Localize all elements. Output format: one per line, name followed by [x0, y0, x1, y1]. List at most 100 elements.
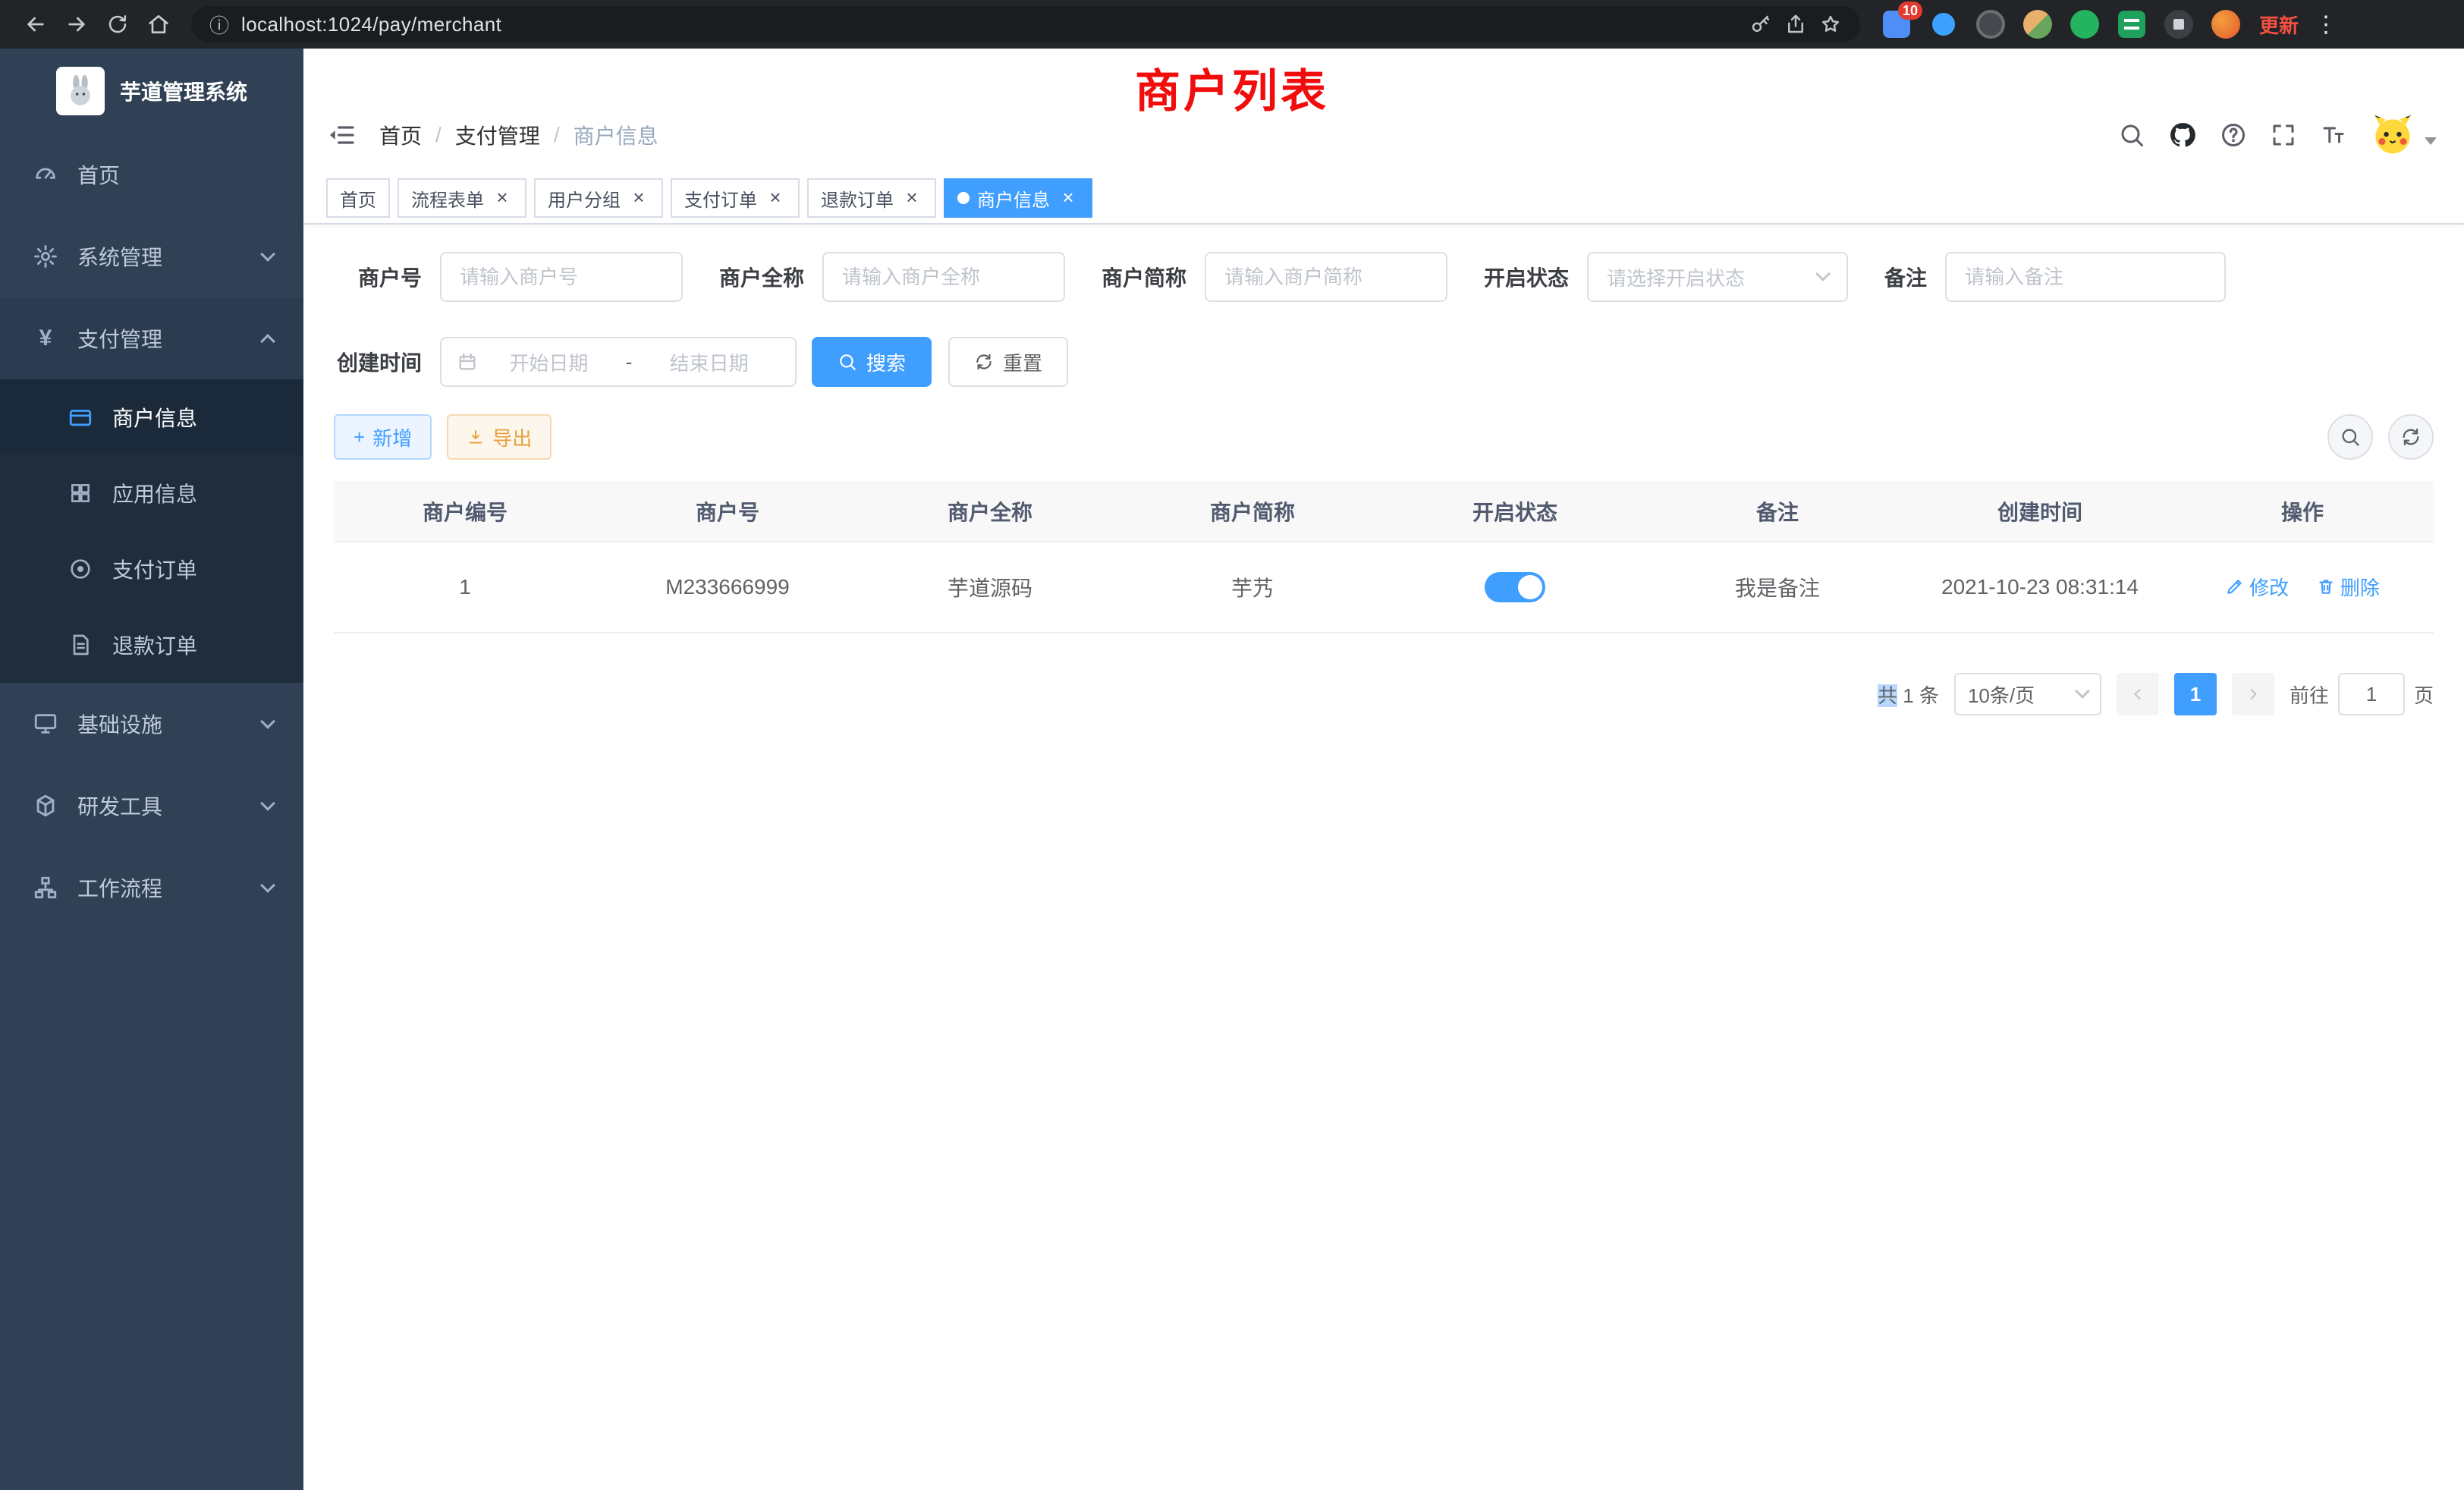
- search-button[interactable]: 搜索: [812, 337, 932, 387]
- sidebar-item-app-info[interactable]: 应用信息: [0, 455, 303, 531]
- tab-process-form[interactable]: 流程表单 ×: [398, 178, 526, 218]
- delete-link[interactable]: 删除: [2316, 573, 2380, 601]
- total-text: 1 条: [1897, 684, 1939, 707]
- extension-icon-2[interactable]: [1925, 6, 1962, 42]
- tab-merchant-info[interactable]: 商户信息 ×: [944, 178, 1092, 218]
- sidebar-item-payment[interactable]: ¥ 支付管理: [0, 297, 303, 379]
- browser-update-button[interactable]: 更新: [2259, 11, 2299, 39]
- search-button-label: 搜索: [866, 348, 906, 376]
- font-size-icon[interactable]: [2320, 121, 2347, 149]
- browser-back-button[interactable]: [15, 4, 56, 45]
- extension-icon-4[interactable]: [2019, 6, 2056, 42]
- extension-icon-6[interactable]: [2114, 6, 2150, 42]
- user-menu[interactable]: [2370, 112, 2437, 158]
- tab-close-icon[interactable]: ×: [765, 187, 786, 209]
- merchant-no-input[interactable]: [440, 252, 683, 302]
- export-button[interactable]: 导出: [447, 414, 552, 460]
- filter-label: 备注: [1884, 262, 1927, 292]
- toggle-search-button[interactable]: [2327, 414, 2373, 460]
- sidebar-fold-icon[interactable]: [303, 120, 379, 150]
- table-header-row: 商户编号 商户号 商户全称 商户简称 开启状态 备注 创建时间 操作: [334, 481, 2434, 542]
- tab-pay-order[interactable]: 支付订单 ×: [671, 178, 800, 218]
- breadcrumb-separator: /: [435, 123, 442, 147]
- date-range-separator: -: [620, 350, 639, 374]
- sidebar-item-label: 退款订单: [112, 630, 197, 660]
- browser-home-button[interactable]: [138, 4, 179, 45]
- filter-remark: 备注: [1884, 252, 2226, 302]
- goto-page-input[interactable]: [2338, 673, 2405, 715]
- grid-icon: [67, 479, 94, 507]
- address-bar[interactable]: ⓘ localhost:1024/pay/merchant: [191, 6, 1860, 42]
- merchant-name-input[interactable]: [822, 252, 1065, 302]
- page-number-1[interactable]: 1: [2174, 673, 2217, 715]
- merchant-abbr-input[interactable]: [1205, 252, 1447, 302]
- breadcrumb-payment[interactable]: 支付管理: [455, 120, 540, 150]
- browser-forward-button[interactable]: [56, 4, 97, 45]
- sidebar-item-workflow[interactable]: 工作流程: [0, 847, 303, 929]
- sidebar-item-system[interactable]: 系统管理: [0, 215, 303, 297]
- selected-text: 共: [1878, 684, 1897, 707]
- date-range-picker[interactable]: 开始日期 - 结束日期: [440, 337, 797, 387]
- extension-icon-3[interactable]: [1972, 6, 2009, 42]
- cell-remark: 我是备注: [1646, 542, 1909, 633]
- status-select[interactable]: 请选择开启状态: [1587, 252, 1848, 302]
- sidebar-item-merchant-info[interactable]: 商户信息: [0, 379, 303, 455]
- page-unit-label: 页: [2414, 681, 2434, 709]
- sidebar-item-pay-order[interactable]: 支付订单: [0, 531, 303, 607]
- page-info-icon[interactable]: ⓘ: [209, 11, 229, 39]
- chevron-down-icon: [2075, 684, 2090, 699]
- goto-label: 前往: [2290, 681, 2329, 709]
- page-size-value: 10条/页: [1968, 681, 2035, 709]
- reset-button-label: 重置: [1003, 348, 1042, 376]
- tab-refund-order[interactable]: 退款订单 ×: [807, 178, 936, 218]
- tab-label: 商户信息: [977, 185, 1050, 212]
- remark-input[interactable]: [1945, 252, 2226, 302]
- user-avatar: [2370, 112, 2415, 158]
- filter-row-2: 创建时间 开始日期 - 结束日期 搜索 重置: [334, 337, 2434, 387]
- column-header: 开启状态: [1384, 481, 1646, 542]
- sidebar-item-dev-tools[interactable]: 研发工具: [0, 765, 303, 847]
- filter-label: 商户简称: [1102, 262, 1186, 292]
- filter-merchant-no: 商户号: [334, 252, 683, 302]
- password-key-icon[interactable]: [1749, 13, 1772, 36]
- chevron-down-icon: [1815, 266, 1831, 281]
- tab-close-icon[interactable]: ×: [1058, 187, 1079, 209]
- top-navbar: 首页 / 支付管理 / 商户信息: [303, 97, 2464, 173]
- extension-icon-8[interactable]: [2208, 6, 2244, 42]
- sidebar-item-refund-order[interactable]: 退款订单: [0, 607, 303, 683]
- edit-link[interactable]: 修改: [2225, 573, 2289, 601]
- app-title: 芋道管理系统: [120, 76, 247, 106]
- select-placeholder: 请选择开启状态: [1607, 263, 1745, 291]
- sidebar-item-label: 支付管理: [77, 323, 162, 354]
- tab-user-group[interactable]: 用户分组 ×: [534, 178, 663, 218]
- bookmark-star-icon[interactable]: [1819, 13, 1842, 36]
- extension-icon-7[interactable]: [2161, 6, 2197, 42]
- column-header: 商户全称: [859, 481, 1121, 542]
- extension-icon-5[interactable]: [2066, 6, 2103, 42]
- status-toggle[interactable]: [1485, 572, 1545, 602]
- app-logo[interactable]: 芋道管理系统: [0, 49, 303, 134]
- tab-close-icon[interactable]: ×: [901, 187, 922, 209]
- search-icon[interactable]: [2118, 121, 2145, 149]
- extension-icon-1[interactable]: 10: [1878, 6, 1915, 42]
- browser-menu-icon[interactable]: ⋮: [2311, 11, 2341, 38]
- tab-close-icon[interactable]: ×: [492, 187, 513, 209]
- tab-home[interactable]: 首页: [326, 178, 390, 218]
- chevron-down-icon: [260, 796, 275, 811]
- browser-reload-button[interactable]: [97, 4, 138, 45]
- fullscreen-icon[interactable]: [2270, 121, 2297, 149]
- next-page-button[interactable]: [2232, 673, 2274, 715]
- reset-button[interactable]: 重置: [948, 337, 1068, 387]
- prev-page-button[interactable]: [2117, 673, 2159, 715]
- add-button[interactable]: + 新增: [334, 414, 432, 460]
- breadcrumb-home[interactable]: 首页: [379, 120, 422, 150]
- page-size-select[interactable]: 10条/页: [1954, 673, 2101, 715]
- cell-short-name: 芋艿: [1121, 542, 1384, 633]
- sidebar-item-infrastructure[interactable]: 基础设施: [0, 683, 303, 765]
- tab-close-icon[interactable]: ×: [628, 187, 649, 209]
- help-icon[interactable]: [2220, 121, 2247, 149]
- refresh-button[interactable]: [2388, 414, 2434, 460]
- sidebar-item-home[interactable]: 首页: [0, 134, 303, 215]
- share-icon[interactable]: [1784, 13, 1807, 36]
- github-icon[interactable]: [2168, 121, 2197, 149]
